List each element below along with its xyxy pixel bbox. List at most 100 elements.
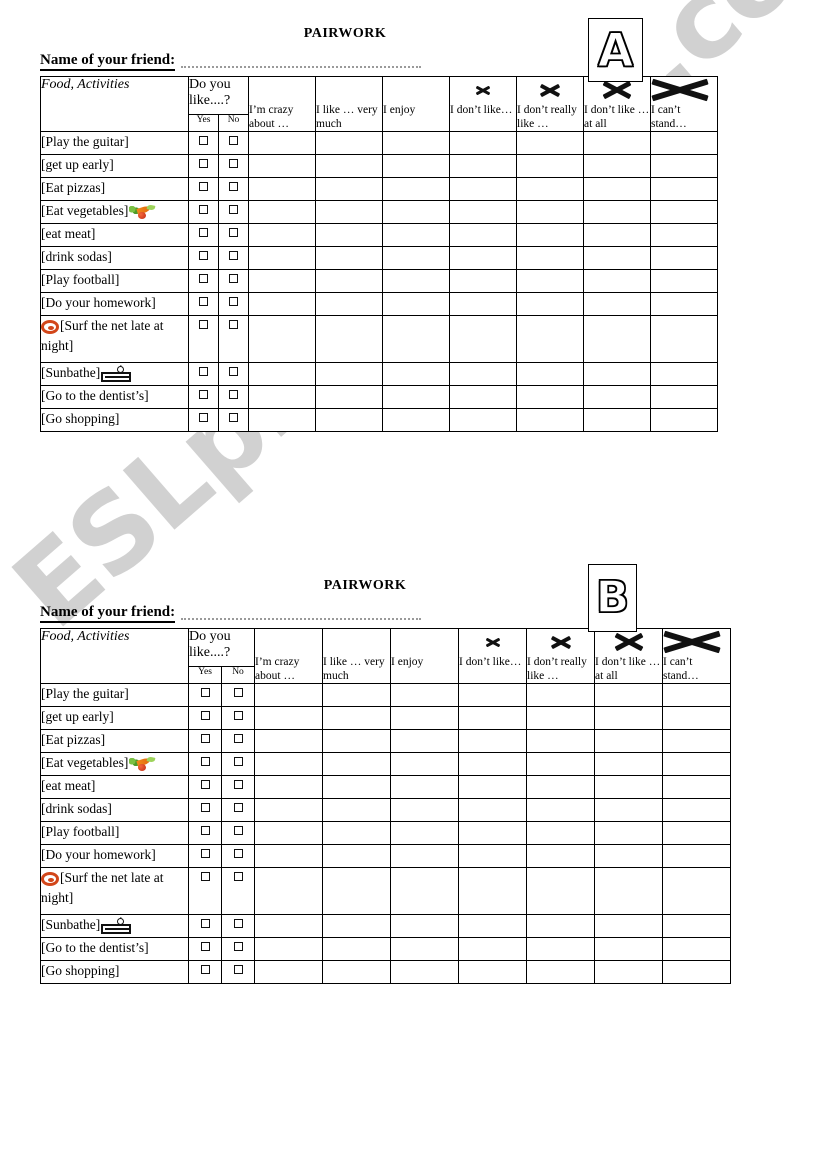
yes-checkbox[interactable] — [199, 274, 208, 284]
yes-checkbox-cell[interactable] — [188, 821, 222, 846]
rating-answer-cell[interactable] — [254, 844, 324, 869]
rating-answer-cell[interactable] — [315, 269, 384, 294]
rating-answer-cell[interactable] — [449, 315, 518, 364]
rating-answer-cell[interactable] — [516, 223, 585, 248]
yes-checkbox-cell[interactable] — [188, 798, 222, 823]
rating-answer-cell[interactable] — [382, 408, 451, 433]
rating-answer-cell[interactable] — [254, 729, 324, 754]
rating-answer-cell[interactable] — [248, 246, 317, 271]
yes-checkbox-cell[interactable] — [188, 729, 222, 754]
no-checkbox-cell[interactable] — [217, 131, 250, 156]
rating-answer-cell[interactable] — [382, 177, 451, 202]
yes-checkbox-cell[interactable] — [188, 131, 219, 156]
yes-checkbox-cell[interactable] — [188, 706, 222, 731]
no-checkbox[interactable] — [233, 826, 243, 836]
no-checkbox[interactable] — [233, 780, 243, 790]
no-checkbox[interactable] — [229, 251, 238, 261]
no-checkbox[interactable] — [229, 228, 238, 238]
rating-answer-cell[interactable] — [390, 821, 460, 846]
yes-checkbox[interactable] — [200, 919, 210, 929]
yes-checkbox[interactable] — [200, 872, 210, 882]
yes-checkbox-cell[interactable] — [188, 154, 219, 179]
rating-answer-cell[interactable] — [248, 315, 317, 364]
rating-answer-cell[interactable] — [254, 798, 324, 823]
no-checkbox-cell[interactable] — [220, 752, 256, 777]
rating-answer-cell[interactable] — [594, 752, 664, 777]
rating-answer-cell[interactable] — [322, 683, 392, 708]
rating-answer-cell[interactable] — [315, 385, 384, 410]
name-input-line-b[interactable] — [181, 617, 422, 620]
no-checkbox[interactable] — [229, 136, 238, 146]
yes-checkbox[interactable] — [199, 413, 208, 423]
rating-answer-cell[interactable] — [516, 315, 585, 364]
yes-checkbox-cell[interactable] — [188, 292, 219, 317]
rating-answer-cell[interactable] — [248, 408, 317, 433]
yes-checkbox[interactable] — [200, 711, 210, 721]
no-checkbox[interactable] — [229, 390, 238, 400]
rating-answer-cell[interactable] — [248, 200, 317, 225]
rating-answer-cell[interactable] — [650, 362, 719, 387]
rating-answer-cell[interactable] — [650, 154, 719, 179]
rating-answer-cell[interactable] — [315, 131, 384, 156]
rating-answer-cell[interactable] — [248, 177, 317, 202]
rating-answer-cell[interactable] — [315, 200, 384, 225]
rating-answer-cell[interactable] — [650, 315, 719, 364]
rating-answer-cell[interactable] — [322, 821, 392, 846]
yes-checkbox-cell[interactable] — [188, 362, 219, 387]
no-checkbox[interactable] — [233, 919, 243, 929]
rating-answer-cell[interactable] — [315, 315, 384, 364]
no-checkbox[interactable] — [233, 757, 243, 767]
rating-answer-cell[interactable] — [594, 867, 664, 916]
rating-answer-cell[interactable] — [650, 246, 719, 271]
rating-answer-cell[interactable] — [516, 200, 585, 225]
rating-answer-cell[interactable] — [458, 867, 528, 916]
no-checkbox[interactable] — [233, 711, 243, 721]
no-checkbox[interactable] — [233, 688, 243, 698]
rating-answer-cell[interactable] — [458, 960, 528, 985]
rating-answer-cell[interactable] — [254, 914, 324, 939]
no-checkbox-cell[interactable] — [220, 867, 256, 916]
rating-answer-cell[interactable] — [382, 246, 451, 271]
rating-answer-cell[interactable] — [516, 246, 585, 271]
rating-answer-cell[interactable] — [526, 960, 596, 985]
rating-answer-cell[interactable] — [382, 223, 451, 248]
rating-answer-cell[interactable] — [516, 131, 585, 156]
rating-answer-cell[interactable] — [526, 844, 596, 869]
rating-answer-cell[interactable] — [516, 154, 585, 179]
rating-answer-cell[interactable] — [390, 706, 460, 731]
yes-checkbox[interactable] — [199, 136, 208, 146]
rating-answer-cell[interactable] — [526, 729, 596, 754]
rating-answer-cell[interactable] — [662, 867, 732, 916]
rating-answer-cell[interactable] — [382, 154, 451, 179]
no-checkbox[interactable] — [229, 297, 238, 307]
rating-answer-cell[interactable] — [254, 752, 324, 777]
rating-answer-cell[interactable] — [390, 867, 460, 916]
yes-checkbox[interactable] — [199, 228, 208, 238]
rating-answer-cell[interactable] — [248, 292, 317, 317]
rating-answer-cell[interactable] — [583, 223, 652, 248]
rating-answer-cell[interactable] — [583, 385, 652, 410]
no-checkbox-cell[interactable] — [220, 937, 256, 962]
rating-answer-cell[interactable] — [662, 821, 732, 846]
no-checkbox-cell[interactable] — [220, 683, 256, 708]
no-checkbox[interactable] — [229, 205, 238, 215]
no-checkbox-cell[interactable] — [217, 408, 250, 433]
rating-answer-cell[interactable] — [526, 914, 596, 939]
no-checkbox-cell[interactable] — [217, 246, 250, 271]
rating-answer-cell[interactable] — [315, 408, 384, 433]
yes-checkbox[interactable] — [200, 803, 210, 813]
yes-checkbox-cell[interactable] — [188, 200, 219, 225]
rating-answer-cell[interactable] — [594, 683, 664, 708]
rating-answer-cell[interactable] — [516, 177, 585, 202]
yes-checkbox[interactable] — [200, 780, 210, 790]
rating-answer-cell[interactable] — [382, 315, 451, 364]
no-checkbox[interactable] — [233, 734, 243, 744]
rating-answer-cell[interactable] — [458, 706, 528, 731]
rating-answer-cell[interactable] — [322, 798, 392, 823]
no-checkbox[interactable] — [229, 159, 238, 169]
rating-answer-cell[interactable] — [248, 385, 317, 410]
yes-checkbox-cell[interactable] — [188, 408, 219, 433]
yes-checkbox-cell[interactable] — [188, 867, 222, 916]
yes-checkbox-cell[interactable] — [188, 775, 222, 800]
name-input-line-a[interactable] — [181, 65, 422, 68]
